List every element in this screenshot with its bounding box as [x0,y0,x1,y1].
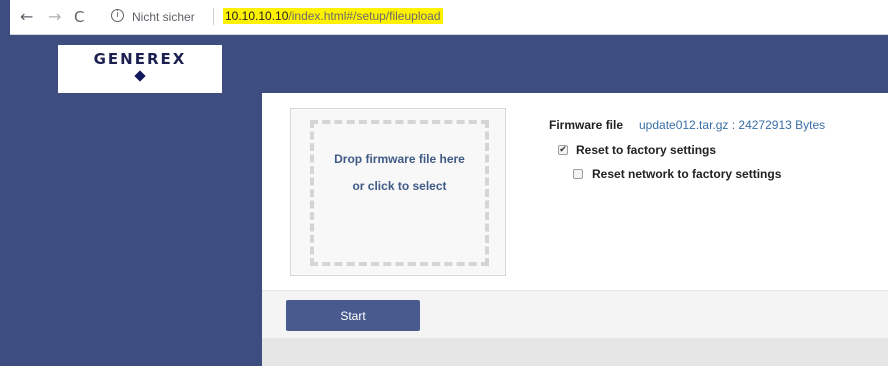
firmware-upload-panel: Drop firmware file here or click to sele… [262,93,888,290]
url-field[interactable]: 10.10.10.10/index.html#/setup/fileupload [223,8,443,24]
window-left-frame [0,0,10,366]
firmware-file-value: update012.tar.gz : 24272913 Bytes [639,118,826,132]
firmware-dropzone[interactable]: Drop firmware file here or click to sele… [290,108,506,276]
reset-factory-checkbox[interactable]: ✔ [558,145,568,155]
diamond-icon [134,70,146,82]
logo-text: GENEREX [93,50,187,68]
action-bar: Start [262,290,888,338]
info-icon[interactable]: i [111,9,124,22]
url-path: /index.html#/setup/fileupload [288,9,441,23]
forward-arrow-icon[interactable]: → [48,9,61,25]
dropzone-text-secondary: or click to select [352,179,447,193]
reset-network-checkbox[interactable] [573,169,583,179]
reset-network-label[interactable]: Reset network to factory settings [592,167,781,181]
address-divider [213,8,214,25]
sidebar [10,93,262,366]
dropzone-text-primary: Drop firmware file here [334,152,465,166]
dropzone-dashed-border: Drop firmware file here or click to sele… [310,120,489,266]
url-host: 10.10.10.10 [225,9,289,23]
bottom-strip [262,338,888,366]
back-arrow-icon[interactable]: ← [20,9,33,25]
browser-address-bar: ← → C i Nicht sicher 10.10.10.10/index.h… [10,0,888,35]
reload-icon[interactable]: C [74,9,84,25]
generex-logo[interactable]: GENEREX [58,45,222,93]
app-header: GENEREX [10,35,888,93]
start-button[interactable]: Start [286,300,420,331]
security-label[interactable]: Nicht sicher [132,10,195,24]
reset-factory-label[interactable]: Reset to factory settings [576,143,716,157]
firmware-file-label: Firmware file [549,118,624,132]
